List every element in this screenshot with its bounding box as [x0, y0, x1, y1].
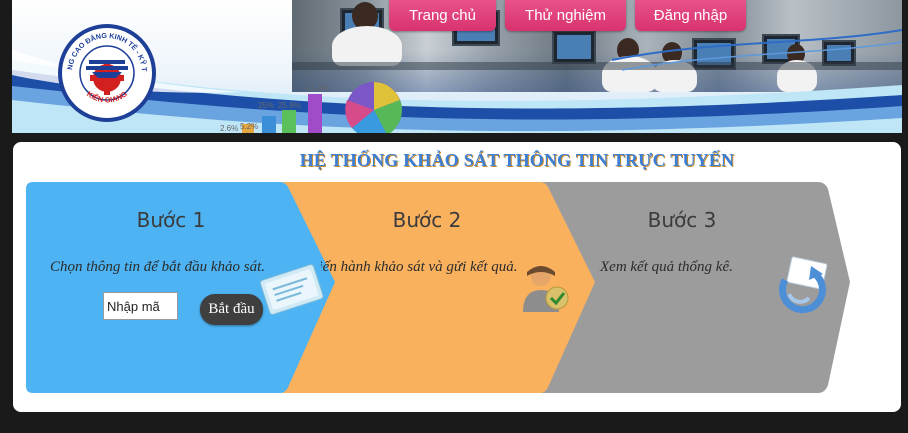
main-panel: HỆ THỐNG KHẢO SÁT THÔNG TIN TRỰC TUYẾN B… [13, 142, 901, 412]
nav-home-button[interactable]: Trang chủ [389, 0, 496, 31]
banner-chart-label: 5.2% [240, 122, 259, 131]
refresh-mail-icon [779, 256, 828, 314]
nav-login-button[interactable]: Đăng nhập [635, 0, 746, 31]
survey-code-input[interactable] [103, 292, 178, 320]
school-logo: TRƯỜNG CAO ĐẲNG KINH TẾ - KỸ THUẬT KIÊN … [56, 22, 156, 122]
step-1-title: Bước 1 [136, 208, 206, 232]
step-3-description: Xem kết quả thống kê. [600, 259, 733, 275]
step-2-description: Tiến hành khảo sát và gửi kết quả. [321, 259, 518, 275]
banner-chart-label: 41.4% [306, 84, 329, 93]
banner-pie-chart [345, 82, 402, 133]
banner-chart-label: 2.6% [220, 124, 239, 133]
banner-bar [262, 116, 276, 133]
step-1-description: Chọn thông tin để bắt đầu khảo sát. [50, 259, 265, 275]
banner-chart-label: 25% [258, 101, 275, 110]
banner-bar [282, 110, 296, 133]
banner-chart-label: 25.9% [278, 101, 301, 110]
step-3-title: Bước 3 [647, 208, 717, 232]
nav-trial-button[interactable]: Thử nghiệm [505, 0, 626, 31]
header-banner: 25% 25.9% 41.4% 2.6% 5.2% TRƯỜNG CAO ĐẲN… [12, 0, 902, 133]
step-2-description-clip: Tiến hành khảo sát và gửi kết quả. [321, 252, 521, 282]
step-2-title: Bước 2 [392, 208, 462, 232]
banner-bar [308, 94, 322, 133]
user-check-icon [523, 266, 569, 312]
